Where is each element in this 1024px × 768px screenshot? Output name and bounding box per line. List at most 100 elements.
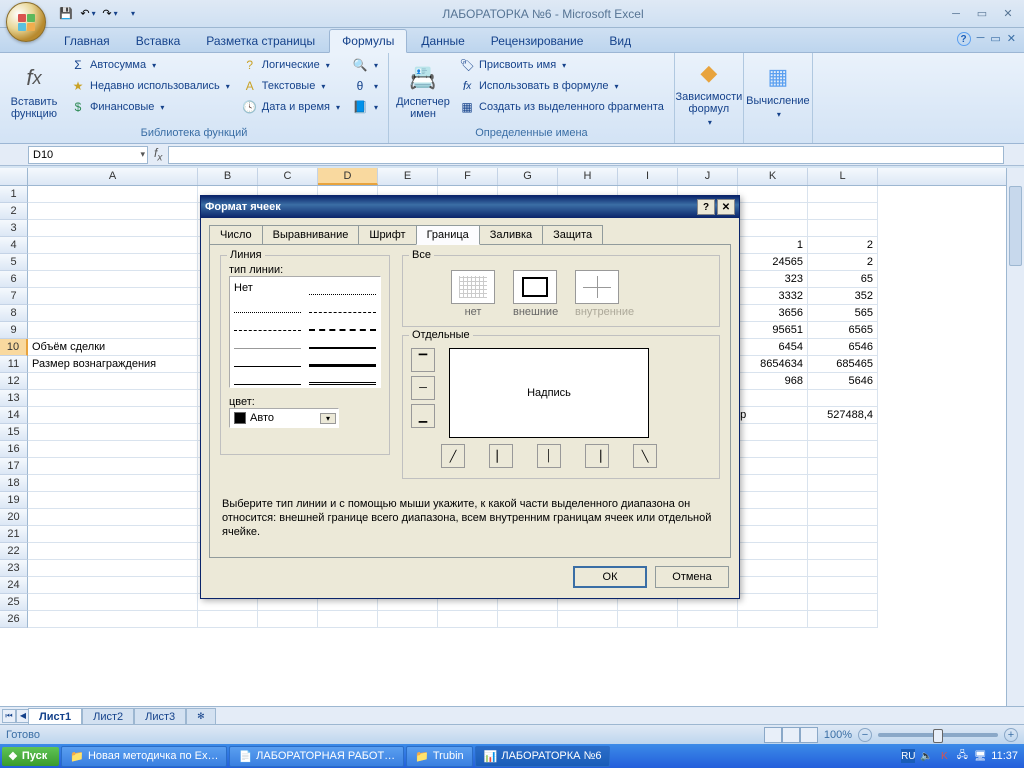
cell[interactable] <box>808 560 878 577</box>
cell[interactable] <box>738 186 808 203</box>
col-header-D[interactable]: D <box>318 168 378 185</box>
border-mid-h-btn[interactable]: ─ <box>411 376 435 400</box>
dlg-tab-number[interactable]: Число <box>209 225 263 245</box>
name-manager-button[interactable]: 📇 Диспетчер имен <box>395 55 451 126</box>
col-header-J[interactable]: J <box>678 168 738 185</box>
row-header[interactable]: 9 <box>0 322 28 339</box>
line-style-opt[interactable] <box>309 281 376 295</box>
cancel-button[interactable]: Отмена <box>655 566 729 588</box>
cell[interactable]: 352 <box>808 288 878 305</box>
cell[interactable] <box>28 543 198 560</box>
zoom-out[interactable]: − <box>858 728 872 742</box>
dlg-tab-border[interactable]: Граница <box>416 225 480 245</box>
cell[interactable] <box>808 186 878 203</box>
row-header[interactable]: 3 <box>0 220 28 237</box>
tab-data[interactable]: Данные <box>409 30 476 52</box>
line-style-opt[interactable] <box>234 317 301 331</box>
cell[interactable] <box>498 611 558 628</box>
sheet-nav-first[interactable]: ⏮ <box>2 709 16 723</box>
cell[interactable] <box>28 203 198 220</box>
cell[interactable]: 95651 <box>738 322 808 339</box>
border-diag1-btn[interactable]: ╱ <box>441 444 465 468</box>
cell[interactable] <box>808 543 878 560</box>
line-style-opt[interactable] <box>309 371 376 385</box>
cell[interactable] <box>808 509 878 526</box>
cell[interactable] <box>738 577 808 594</box>
tray-icon[interactable]: 🖧 <box>955 749 969 763</box>
cell[interactable] <box>28 509 198 526</box>
tab-view[interactable]: Вид <box>597 30 643 52</box>
cell[interactable] <box>28 594 198 611</box>
cell[interactable]: 323 <box>738 271 808 288</box>
cell[interactable] <box>28 407 198 424</box>
line-style-opt[interactable] <box>309 299 376 313</box>
cell[interactable] <box>738 441 808 458</box>
calculation-button[interactable]: ▦ Вычисление <box>750 55 806 126</box>
cell[interactable] <box>738 475 808 492</box>
cell[interactable] <box>678 611 738 628</box>
cell[interactable]: Размер вознаграждения <box>28 356 198 373</box>
tray-icon[interactable]: 🔈 <box>919 749 933 763</box>
select-all-corner[interactable] <box>0 168 28 185</box>
row-header[interactable]: 5 <box>0 254 28 271</box>
insert-function-button[interactable]: fx Вставить функцию <box>6 55 62 126</box>
cell[interactable] <box>28 237 198 254</box>
cell[interactable] <box>738 526 808 543</box>
financial-button[interactable]: $Финансовые <box>66 97 234 117</box>
new-sheet-button[interactable]: ✻ <box>186 708 216 725</box>
cell[interactable] <box>738 509 808 526</box>
cell[interactable]: 6454 <box>738 339 808 356</box>
cell[interactable] <box>438 611 498 628</box>
taskbar-item[interactable]: 📊ЛАБОРАТОРКА №6 <box>475 746 611 767</box>
row-header[interactable]: 7 <box>0 288 28 305</box>
qat-customize[interactable] <box>122 4 142 24</box>
mdi-minimize[interactable]: ─ <box>977 32 985 46</box>
cell[interactable]: Объём сделки <box>28 339 198 356</box>
cell[interactable] <box>28 305 198 322</box>
col-header-E[interactable]: E <box>378 168 438 185</box>
vertical-scrollbar[interactable] <box>1006 168 1024 706</box>
line-style-opt[interactable] <box>309 335 376 349</box>
col-header-H[interactable]: H <box>558 168 618 185</box>
row-header[interactable]: 13 <box>0 390 28 407</box>
col-header-G[interactable]: G <box>498 168 558 185</box>
cell[interactable] <box>28 186 198 203</box>
cell[interactable]: 2 <box>808 237 878 254</box>
text-button[interactable]: AТекстовые <box>238 76 344 96</box>
row-header[interactable]: 1 <box>0 186 28 203</box>
taskbar-item[interactable]: 📄ЛАБОРАТОРНАЯ РАБОТ… <box>229 746 404 767</box>
row-header[interactable]: 20 <box>0 509 28 526</box>
sheet-tab[interactable]: Лист2 <box>82 708 134 725</box>
cell[interactable] <box>28 611 198 628</box>
cell[interactable]: 5646 <box>808 373 878 390</box>
clock[interactable]: 11:37 <box>991 750 1018 762</box>
cell[interactable] <box>28 441 198 458</box>
col-header-C[interactable]: C <box>258 168 318 185</box>
cell[interactable]: 6565 <box>808 322 878 339</box>
tray-icon[interactable]: 🖥 <box>973 749 987 763</box>
row-header[interactable]: 11 <box>0 356 28 373</box>
cell[interactable] <box>28 254 198 271</box>
col-header-I[interactable]: I <box>618 168 678 185</box>
cell[interactable] <box>28 458 198 475</box>
start-button[interactable]: ❖Пуск <box>2 747 59 766</box>
office-button[interactable] <box>6 2 46 42</box>
maximize-button[interactable]: ▭ <box>970 5 994 23</box>
tray-icon[interactable]: K <box>937 749 951 763</box>
cell[interactable]: 2 <box>808 254 878 271</box>
line-style-list[interactable]: Нет <box>229 276 381 388</box>
cell[interactable] <box>808 424 878 441</box>
dialog-help-button[interactable]: ? <box>697 199 715 215</box>
more-fn-button[interactable]: 📘 <box>348 97 382 117</box>
row-header[interactable]: 6 <box>0 271 28 288</box>
row-header[interactable]: 15 <box>0 424 28 441</box>
cell[interactable] <box>808 475 878 492</box>
dlg-tab-protection[interactable]: Защита <box>542 225 603 245</box>
mdi-close[interactable]: ✕ <box>1007 32 1016 46</box>
cell[interactable] <box>808 220 878 237</box>
cell[interactable] <box>28 577 198 594</box>
cell[interactable] <box>28 220 198 237</box>
col-header-A[interactable]: A <box>28 168 198 185</box>
datetime-button[interactable]: 🕓Дата и время <box>238 97 344 117</box>
cell[interactable] <box>738 390 808 407</box>
